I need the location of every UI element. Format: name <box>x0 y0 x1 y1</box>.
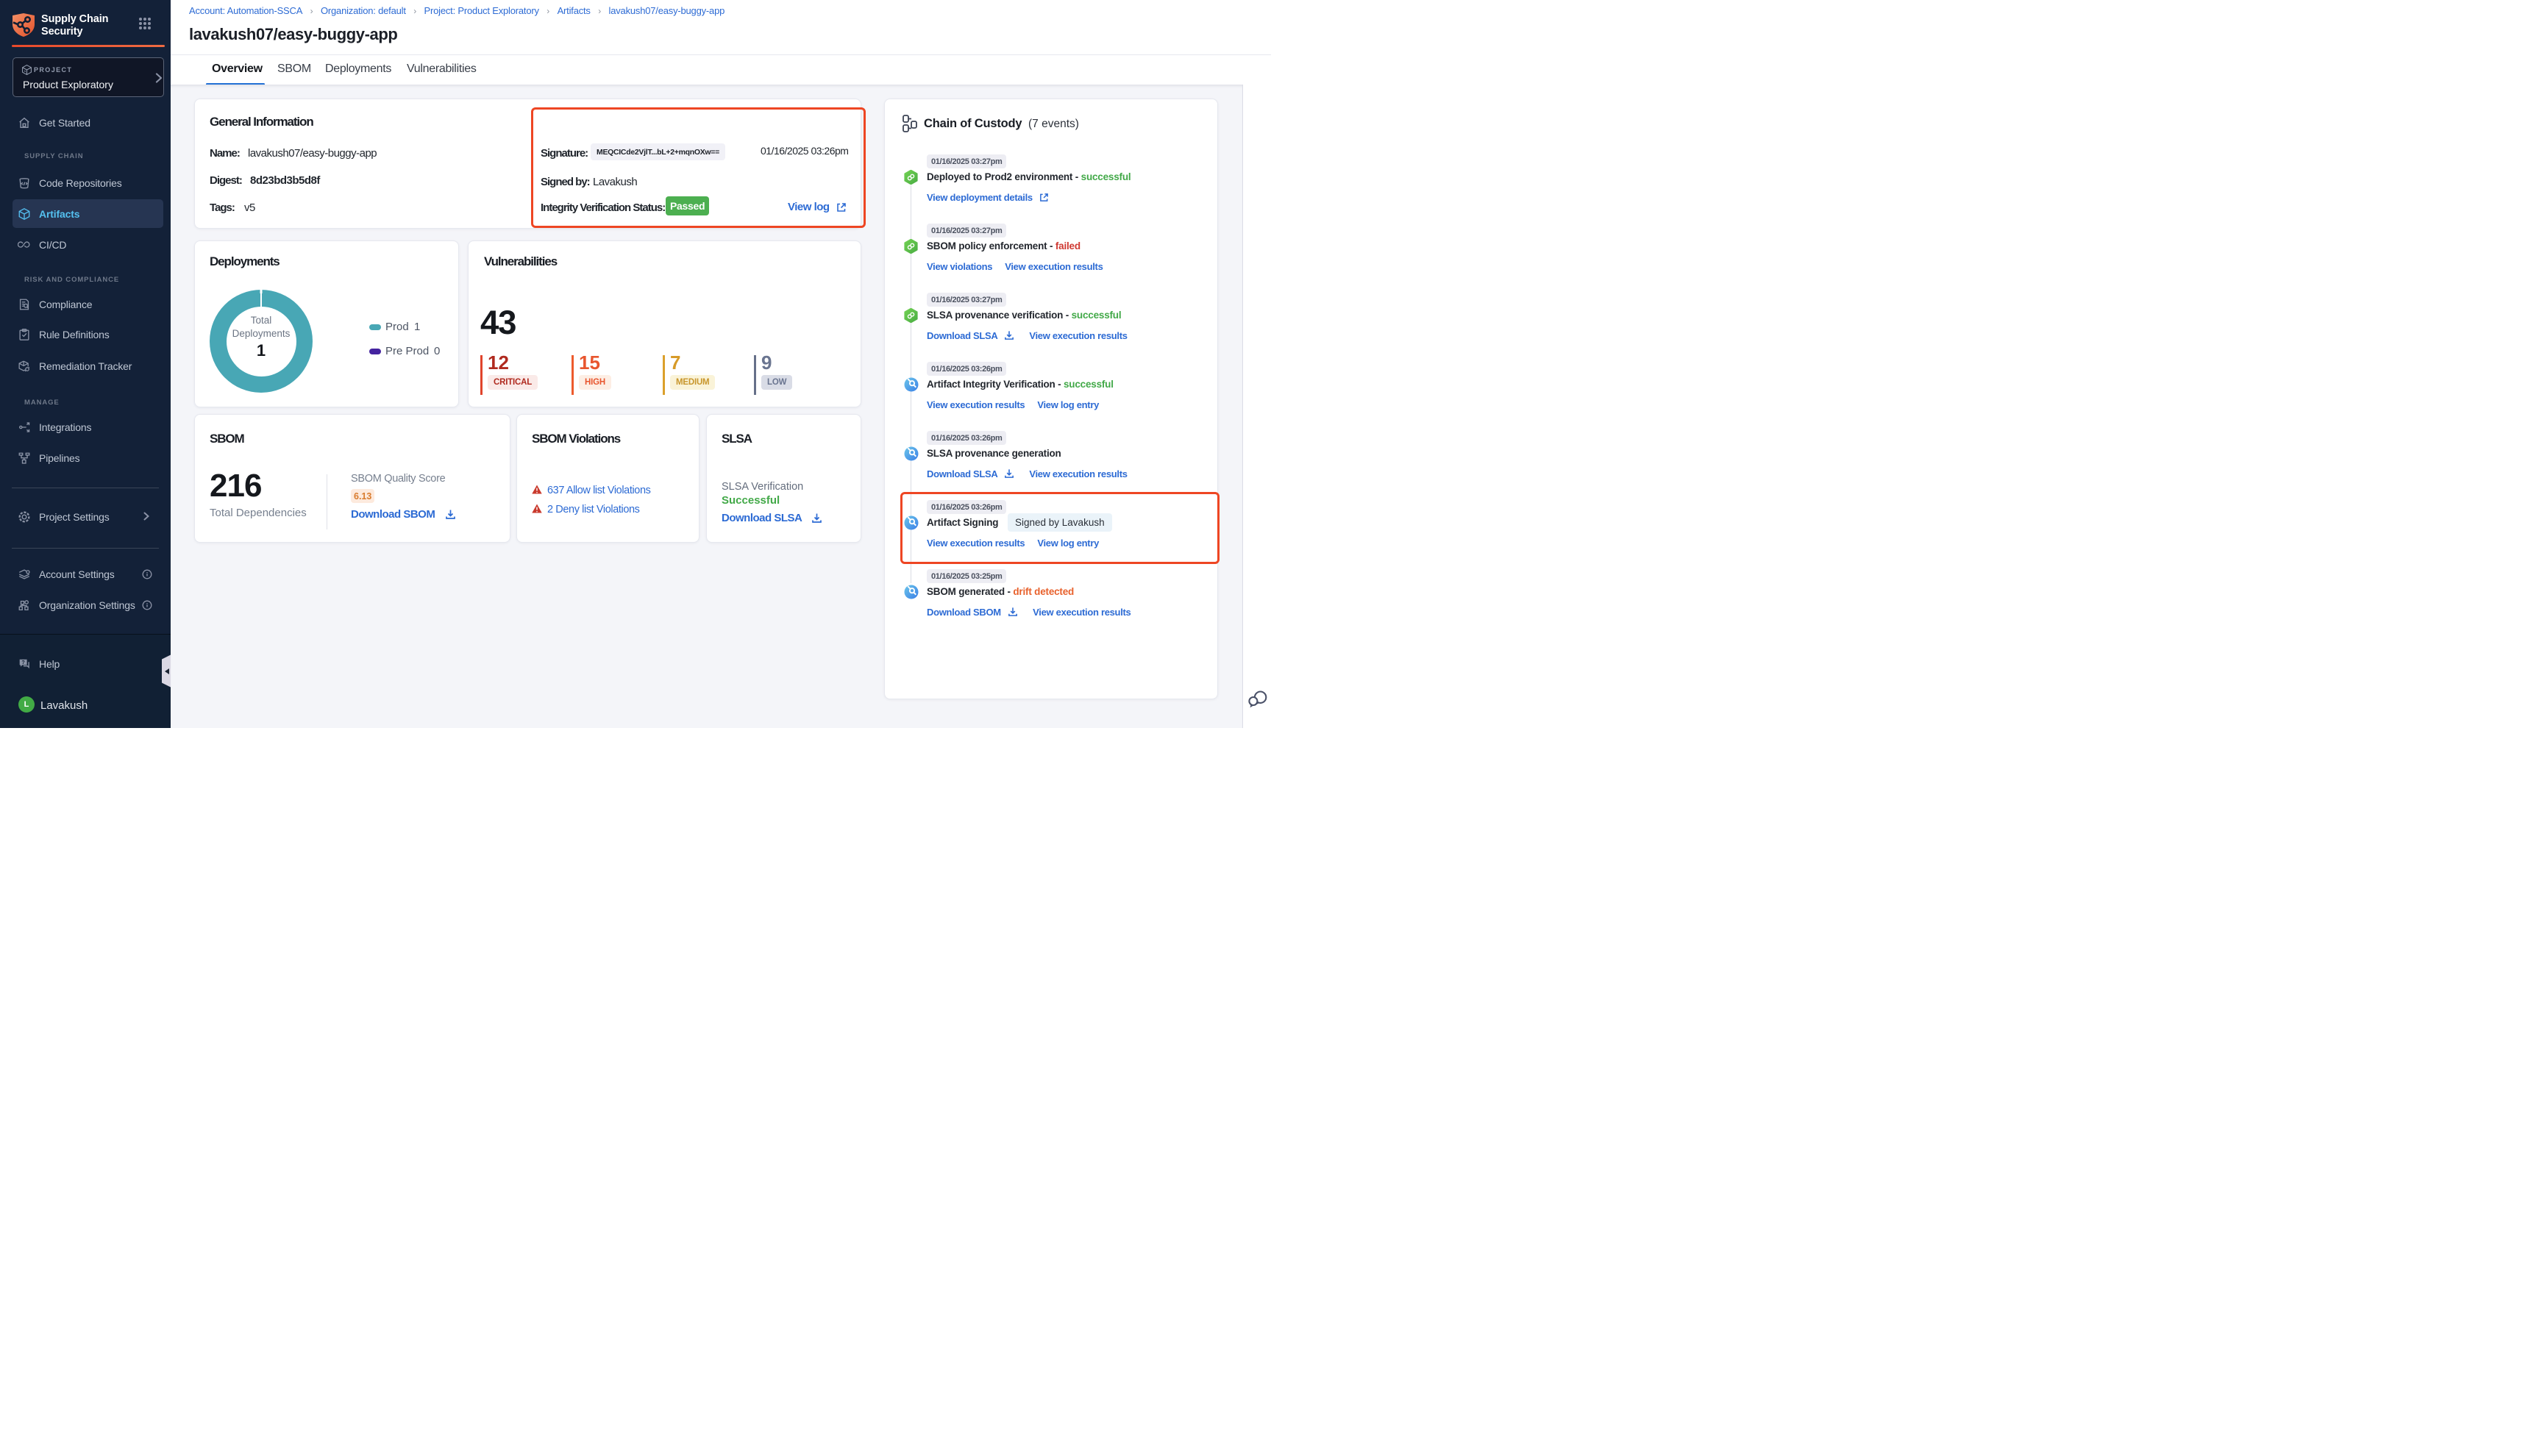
svg-text:?: ? <box>21 659 24 665</box>
